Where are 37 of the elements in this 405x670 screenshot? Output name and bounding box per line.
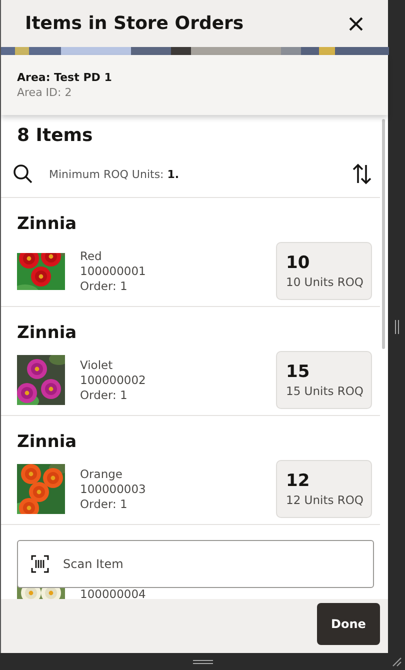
order-count: Order: 1	[80, 496, 128, 512]
area-name: Area: Test PD 1	[17, 71, 112, 84]
sort-icon[interactable]	[352, 163, 372, 185]
filter-label: Minimum ROQ Units: 1.	[49, 168, 180, 180]
item-number: 100000002	[80, 372, 146, 388]
item-number: 100000003	[80, 482, 146, 496]
search-icon[interactable]	[13, 164, 33, 184]
area-id: Area ID: 2	[17, 86, 72, 99]
bottom-grip-icon[interactable]	[192, 660, 212, 664]
done-button[interactable]: Done	[317, 603, 380, 645]
item-name: Zinnia	[17, 432, 78, 454]
barcode-icon	[31, 555, 49, 573]
resize-icon[interactable]	[392, 657, 402, 667]
roq-value: 15	[286, 362, 311, 382]
item-variant: Red	[80, 248, 102, 264]
order-count: Order: 1	[80, 278, 128, 294]
roq-card[interactable]: 15 15 Units ROQ	[276, 351, 372, 409]
roq-value: 12	[286, 471, 311, 491]
item-variant: Violet	[80, 358, 113, 372]
item-name: Zinnia	[17, 323, 78, 345]
side-grip-icon[interactable]	[394, 320, 398, 334]
item-count: 8 Items	[16, 124, 94, 148]
roq-units: 12 Units ROQ	[286, 493, 364, 507]
scan-item-field[interactable]: Scan Item	[17, 540, 374, 588]
item-number: 100000001	[80, 264, 146, 278]
item-variant: Orange	[80, 466, 122, 482]
scrollbar[interactable]	[382, 119, 385, 349]
roq-value: 10	[286, 253, 311, 273]
order-count: Order: 1	[80, 388, 128, 402]
roq-units: 10 Units ROQ	[286, 275, 364, 289]
item-name: Zinnia	[17, 214, 78, 236]
roq-card[interactable]: 12 12 Units ROQ	[276, 460, 372, 518]
close-icon[interactable]	[348, 16, 364, 32]
item-number: 100000004	[80, 588, 146, 599]
roq-units: 15 Units ROQ	[286, 384, 364, 398]
dialog-title: Items in Store Orders	[25, 13, 244, 34]
roq-card[interactable]: 10 10 Units ROQ	[276, 242, 372, 300]
